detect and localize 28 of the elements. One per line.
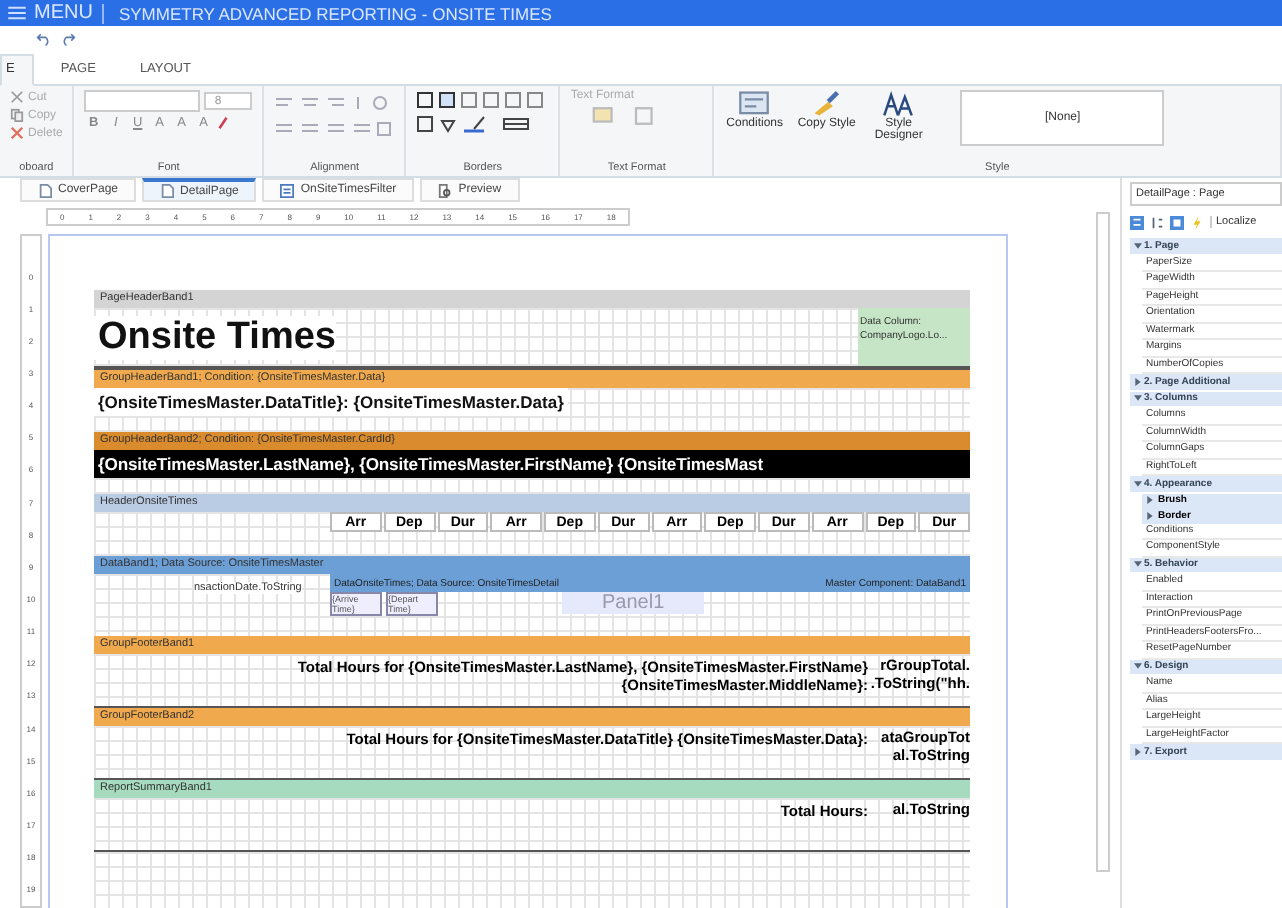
brush-icon (810, 90, 843, 118)
panel-label: Panel1 (562, 592, 705, 614)
categorized-icon[interactable] (1130, 215, 1144, 229)
caret-icon (1134, 560, 1142, 569)
undo-icon[interactable] (36, 31, 52, 45)
letters-icon (882, 90, 915, 118)
menu-label[interactable]: MENU (34, 3, 105, 23)
caret-icon (1134, 747, 1142, 756)
scroll-bar[interactable] (1096, 212, 1110, 872)
report-title: Onsite Times (94, 315, 336, 359)
caret-icon (1134, 241, 1142, 250)
magnifier-icon (438, 183, 453, 197)
caret-icon (1134, 662, 1142, 671)
window-title: SYMMETRY ADVANCED REPORTING - ONSITE TIMES (116, 3, 552, 23)
menu-icon[interactable] (8, 6, 26, 20)
group-expression: {OnsiteTimesMaster.LastName}, {OnsiteTimesMaster.FirstName} {OnsiteTimesMast (94, 450, 970, 478)
document-icon (160, 184, 175, 198)
border-icons-drawing[interactable] (416, 90, 549, 110)
redo-icon[interactable] (60, 31, 76, 45)
group-expression: {OnsiteTimesMaster.DataTitle}: {OnsiteTimesMaster.Data} (94, 388, 568, 416)
copy-icon (10, 108, 24, 122)
form-icon (280, 183, 295, 197)
sort-icon[interactable] (1150, 215, 1164, 229)
eraser-icon[interactable] (216, 116, 231, 130)
cross-icon (10, 126, 24, 140)
properties-icon[interactable] (1170, 215, 1184, 229)
align-icons-drawing[interactable] (274, 120, 395, 138)
document-icon (38, 183, 52, 197)
